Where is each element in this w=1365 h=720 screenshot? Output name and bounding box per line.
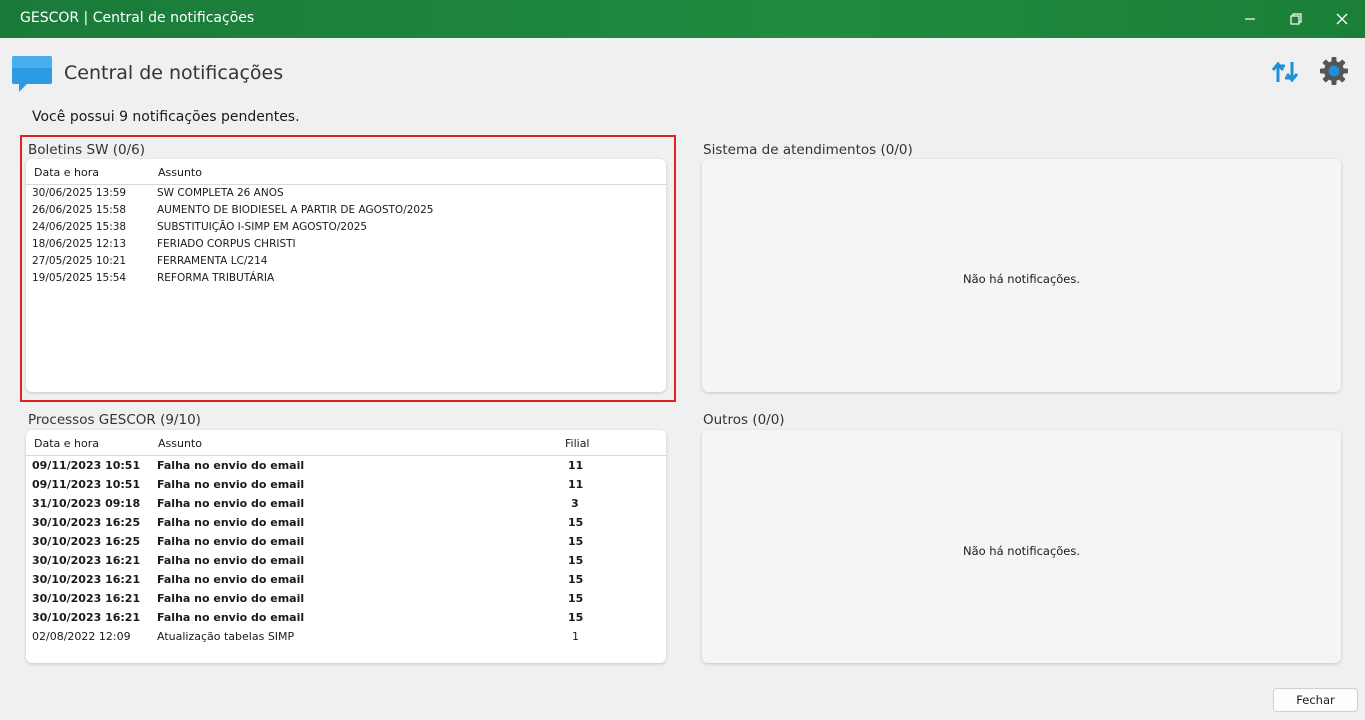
empty-message: Não há notificações. [962,544,1081,558]
row-subject: Falha no envio do email [157,478,305,491]
column-header-subject[interactable]: Assunto [158,166,202,179]
close-icon [1336,13,1348,25]
table-row[interactable]: 27/05/2025 10:21 FERRAMENTA LC/214 [26,253,666,270]
row-subject: Falha no envio do email [157,611,305,624]
column-header-subject[interactable]: Assunto [158,437,202,450]
row-branch: 11 [568,459,584,472]
row-date: 19/05/2025 15:54 [32,272,127,284]
table-row[interactable]: 30/06/2025 13:59 SW COMPLETA 26 ANOS [26,185,666,202]
row-date: 30/10/2023 16:21 [32,592,141,605]
row-subject: Falha no envio do email [157,459,305,472]
close-button[interactable]: Fechar [1273,688,1358,712]
processos-list: 09/11/2023 10:51 Falha no envio do email 1… [26,457,666,647]
boletins-group-label: Boletins SW (0/6) [28,142,151,158]
row-subject: REFORMA TRIBUTÁRIA [157,272,275,284]
row-branch: 15 [568,554,584,567]
minimize-icon [1245,18,1255,20]
window-title: GESCOR | Central de notificações [20,10,255,26]
row-date: 18/06/2025 12:13 [32,238,127,250]
table-header: Data e hora Assunto Filial [26,430,666,456]
row-date: 09/11/2023 10:51 [32,478,141,491]
title-bar: GESCOR | Central de notificações [0,0,1365,38]
chat-bubble-icon [12,56,52,92]
table-row[interactable]: 30/10/2023 16:25 Falha no envio do email 1… [26,533,666,552]
sync-icon[interactable] [1269,56,1301,88]
sistema-panel: Não há notificações. [702,159,1341,392]
empty-message: Não há notificações. [962,272,1081,286]
table-row[interactable]: 30/10/2023 16:25 Falha no envio do email 1… [26,514,666,533]
row-branch: 11 [568,478,584,491]
pending-count-text: Você possui 9 notificações pendentes. [32,109,300,125]
sistema-group-label: Sistema de atendimentos (0/0) [703,142,919,158]
table-row[interactable]: 24/06/2025 15:38 SUBSTITUIÇÃO I-SIMP EM A… [26,219,666,236]
row-date: 27/05/2025 10:21 [32,255,127,267]
table-row[interactable]: 18/06/2025 12:13 FERIADO CORPUS CHRISTI [26,236,666,253]
row-subject: Atualização tabelas SIMP [157,630,295,643]
column-header-date[interactable]: Data e hora [34,437,99,450]
row-subject: FERRAMENTA LC/214 [157,255,268,267]
row-date: 30/10/2023 16:25 [32,535,141,548]
row-date: 31/10/2023 09:18 [32,497,141,510]
boletins-list: 30/06/2025 13:59 SW COMPLETA 26 ANOS 26/0… [26,185,666,287]
row-branch: 1 [572,630,579,643]
row-branch: 15 [568,535,584,548]
table-row[interactable]: 30/10/2023 16:21 Falha no envio do email 1… [26,609,666,628]
maximize-button[interactable] [1273,0,1319,38]
row-date: 09/11/2023 10:51 [32,459,141,472]
table-row[interactable]: 30/10/2023 16:21 Falha no envio do email 1… [26,571,666,590]
row-date: 30/10/2023 16:21 [32,611,141,624]
outros-group-label: Outros (0/0) [703,412,791,428]
row-date: 02/08/2022 12:09 [32,630,131,643]
row-subject: Falha no envio do email [157,535,305,548]
row-date: 30/10/2023 16:21 [32,573,141,586]
outros-panel: Não há notificações. [702,430,1341,663]
row-date: 30/06/2025 13:59 [32,187,127,199]
row-subject: Falha no envio do email [157,592,305,605]
column-header-date[interactable]: Data e hora [34,166,99,179]
table-row[interactable]: 19/05/2025 15:54 REFORMA TRIBUTÁRIA [26,270,666,287]
row-branch: 15 [568,516,584,529]
table-row[interactable]: 02/08/2022 12:09 Atualização tabelas SIMP… [26,628,666,647]
row-date: 24/06/2025 15:38 [32,221,127,233]
processos-panel: Data e hora Assunto Filial 09/11/2023 10… [26,430,666,663]
gear-icon[interactable] [1318,55,1350,87]
row-subject: Falha no envio do email [157,573,305,586]
page-title: Central de notificações [64,62,284,84]
row-branch: 3 [571,497,579,510]
close-window-button[interactable] [1319,0,1365,38]
row-subject: Falha no envio do email [157,497,305,510]
row-date: 26/06/2025 15:58 [32,204,127,216]
table-row[interactable]: 26/06/2025 15:58 AUMENTO DE BIODIESEL A P… [26,202,666,219]
restore-icon [1290,13,1302,25]
row-subject: FERIADO CORPUS CHRISTI [157,238,296,250]
table-row[interactable]: 31/10/2023 09:18 Falha no envio do email 3 [26,495,666,514]
column-header-branch[interactable]: Filial [565,437,590,450]
table-row[interactable]: 30/10/2023 16:21 Falha no envio do email 1… [26,552,666,571]
row-subject: SW COMPLETA 26 ANOS [157,187,284,199]
row-date: 30/10/2023 16:25 [32,516,141,529]
processos-group-label: Processos GESCOR (9/10) [28,412,207,428]
row-branch: 15 [568,611,584,624]
row-subject: Falha no envio do email [157,516,305,529]
row-date: 30/10/2023 16:21 [32,554,141,567]
minimize-button[interactable] [1227,0,1273,38]
table-header: Data e hora Assunto [26,159,666,185]
row-subject: AUMENTO DE BIODIESEL A PARTIR DE AGOSTO/… [157,204,434,216]
row-subject: Falha no envio do email [157,554,305,567]
row-subject: SUBSTITUIÇÃO I-SIMP EM AGOSTO/2025 [157,221,368,233]
row-branch: 15 [568,573,584,586]
boletins-panel: Data e hora Assunto 30/06/2025 13:59 SW C… [26,159,666,392]
table-row[interactable]: 09/11/2023 10:51 Falha no envio do email 1… [26,457,666,476]
table-row[interactable]: 30/10/2023 16:21 Falha no envio do email 1… [26,590,666,609]
row-branch: 15 [568,592,584,605]
table-row[interactable]: 09/11/2023 10:51 Falha no envio do email 1… [26,476,666,495]
